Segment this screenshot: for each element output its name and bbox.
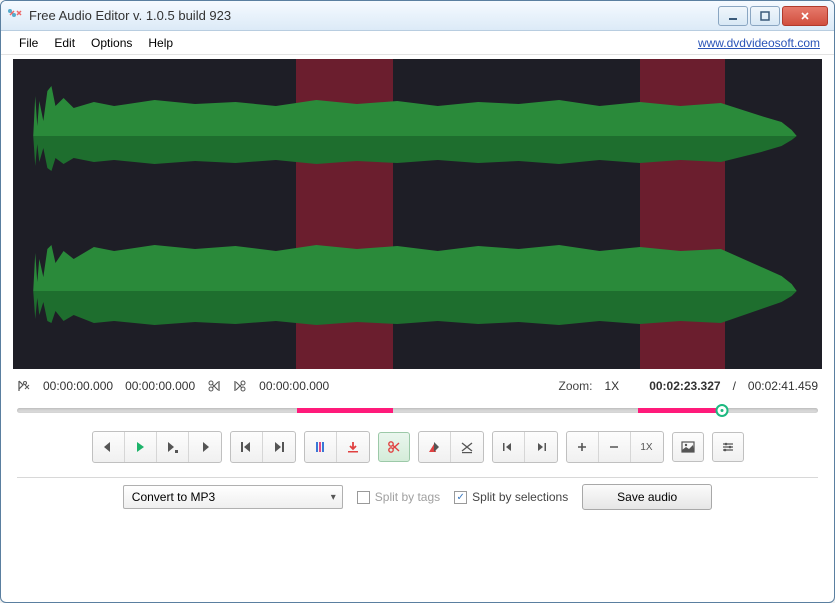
skip-start-button[interactable] xyxy=(231,432,263,462)
total-time: 00:02:41.459 xyxy=(748,379,818,393)
zoom-reset-button[interactable]: 1X xyxy=(631,432,663,462)
titlebar[interactable]: Free Audio Editor v. 1.0.5 build 923 xyxy=(1,1,834,31)
time-separator: / xyxy=(733,379,736,393)
skip-group xyxy=(230,431,296,463)
window-controls xyxy=(718,6,828,26)
cut-start-time: 00:00:00.000 xyxy=(259,379,329,393)
add-marker-button[interactable] xyxy=(305,432,337,462)
app-icon xyxy=(7,8,23,24)
bottom-bar: Convert to MP3 Split by tags ✓ Split by … xyxy=(1,478,834,526)
toolbar: 1X xyxy=(1,427,834,477)
app-window: Free Audio Editor v. 1.0.5 build 923 Fil… xyxy=(0,0,835,603)
save-audio-button[interactable]: Save audio xyxy=(582,484,712,510)
zoom-out-button[interactable] xyxy=(599,432,631,462)
play-selection-button[interactable] xyxy=(157,432,189,462)
menu-file[interactable]: File xyxy=(11,34,46,52)
waveform-display[interactable] xyxy=(13,59,822,369)
timeline-slider-row xyxy=(1,399,834,427)
time-info-bar: 00:00:00.000 00:00:00.000 00:00:00.000 Z… xyxy=(1,369,834,399)
menu-edit[interactable]: Edit xyxy=(46,34,83,52)
cut-left-icon xyxy=(207,379,221,393)
cut-button[interactable] xyxy=(378,432,410,462)
zoom-in-button[interactable] xyxy=(567,432,599,462)
timeline-selection-1 xyxy=(297,408,393,413)
playback-group xyxy=(92,431,222,463)
website-link[interactable]: www.dvdvideosoft.com xyxy=(698,36,824,50)
menu-options[interactable]: Options xyxy=(83,34,140,52)
window-title: Free Audio Editor v. 1.0.5 build 923 xyxy=(29,8,718,23)
next-button[interactable] xyxy=(189,432,221,462)
waveform-channel-left xyxy=(13,59,822,214)
close-button[interactable] xyxy=(782,6,828,26)
format-combobox[interactable]: Convert to MP3 xyxy=(123,485,343,509)
split-by-tags-checkbox[interactable]: Split by tags xyxy=(357,490,440,504)
maximize-button[interactable] xyxy=(750,6,780,26)
selection-start-time: 00:00:00.000 xyxy=(43,379,113,393)
minimize-button[interactable] xyxy=(718,6,748,26)
prev-button[interactable] xyxy=(93,432,125,462)
seek-fwd-button[interactable] xyxy=(525,432,557,462)
play-button[interactable] xyxy=(125,432,157,462)
seek-back-button[interactable] xyxy=(493,432,525,462)
zoom-value: 1X xyxy=(605,379,620,393)
marker-group xyxy=(304,431,370,463)
waveform-channel-right xyxy=(13,214,822,369)
trim-group xyxy=(418,431,484,463)
seek-group xyxy=(492,431,558,463)
timeline-selection-2 xyxy=(638,408,722,413)
trim-end-button[interactable] xyxy=(451,432,483,462)
set-marker-button[interactable] xyxy=(337,432,369,462)
checkbox-icon xyxy=(357,491,370,504)
playhead-thumb[interactable] xyxy=(715,404,728,417)
selection-start-marker-icon xyxy=(17,379,31,393)
settings-button[interactable] xyxy=(712,432,744,462)
menu-help[interactable]: Help xyxy=(140,34,181,52)
trim-start-button[interactable] xyxy=(419,432,451,462)
format-combobox-label: Convert to MP3 xyxy=(132,490,215,504)
current-time: 00:02:23.327 xyxy=(649,379,720,393)
split-by-selections-checkbox[interactable]: ✓ Split by selections xyxy=(454,490,568,504)
image-button[interactable] xyxy=(672,432,704,462)
zoom-group: 1X xyxy=(566,431,664,463)
checkbox-icon: ✓ xyxy=(454,491,467,504)
selection-end-time: 00:00:00.000 xyxy=(125,379,195,393)
zoom-label: Zoom: xyxy=(558,379,592,393)
menubar: File Edit Options Help www.dvdvideosoft.… xyxy=(1,31,834,55)
cut-right-icon xyxy=(233,379,247,393)
timeline-slider[interactable] xyxy=(17,403,818,417)
skip-end-button[interactable] xyxy=(263,432,295,462)
